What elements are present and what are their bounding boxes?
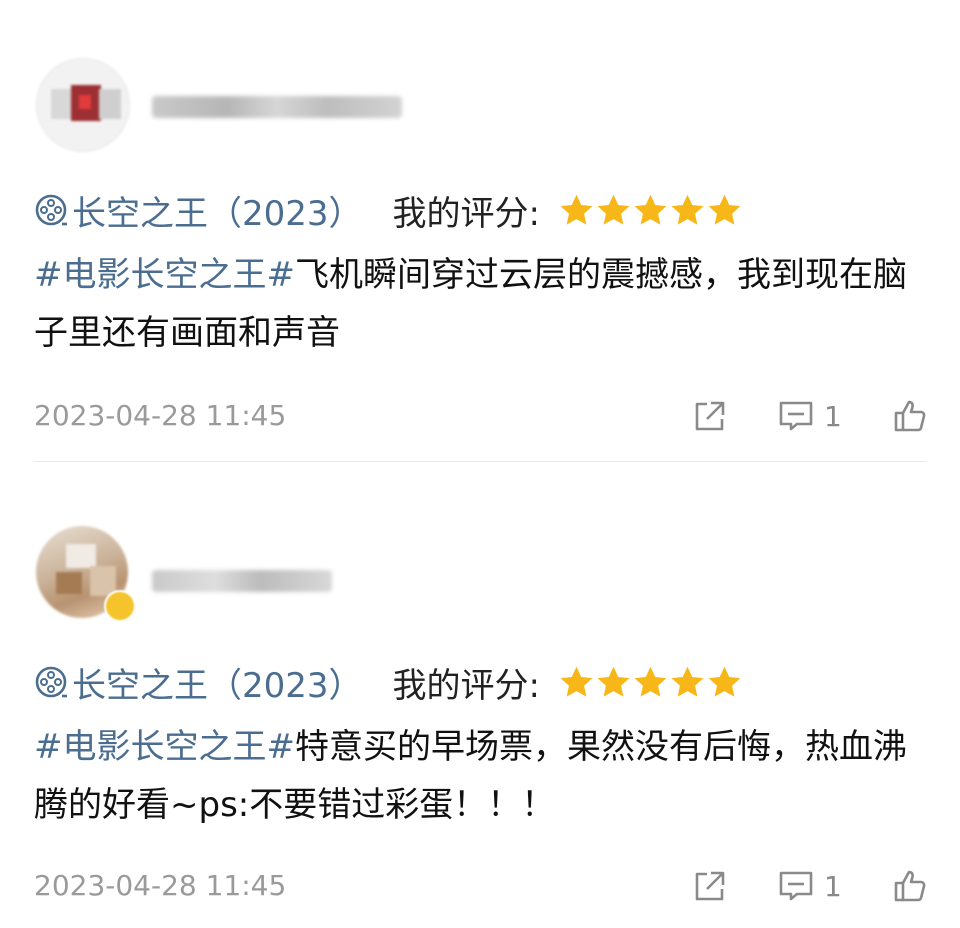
post-date: 2023-04-28 11:45 bbox=[34, 869, 287, 902]
post-footer: 2023-04-28 11:45 1 bbox=[34, 866, 930, 906]
like-icon bbox=[894, 870, 926, 902]
comment-count: 1 bbox=[824, 869, 842, 903]
user-badge-icon bbox=[104, 590, 136, 622]
comment-icon bbox=[779, 871, 813, 901]
star-icon bbox=[597, 666, 630, 697]
share-button[interactable] bbox=[692, 866, 728, 906]
star-icon bbox=[634, 666, 667, 697]
star-rating bbox=[558, 664, 743, 701]
like-button[interactable] bbox=[892, 866, 928, 906]
review-text: #电影长空之王#特意买的早场票，果然没有后悔，热血沸腾的好看~ps:不要错过彩蛋… bbox=[34, 718, 914, 834]
star-icon bbox=[708, 666, 741, 697]
rating-label: 我的评分: bbox=[392, 665, 540, 706]
movie-rating-line: 长空之王（2023） 我的评分: bbox=[34, 658, 743, 706]
star-icon bbox=[560, 666, 593, 697]
review-post-2: 长空之王（2023） 我的评分: #电影长空之王#特意买的早场票，果然没有后悔，… bbox=[0, 0, 960, 928]
film-reel-icon bbox=[35, 666, 67, 698]
username-blurred[interactable] bbox=[152, 570, 332, 592]
share-icon bbox=[695, 871, 725, 901]
movie-title-link[interactable]: 长空之王（2023） bbox=[72, 658, 363, 707]
hashtag-link[interactable]: #电影长空之王# bbox=[34, 727, 295, 767]
comment-button[interactable]: 1 bbox=[778, 866, 842, 906]
star-icon bbox=[671, 666, 704, 697]
